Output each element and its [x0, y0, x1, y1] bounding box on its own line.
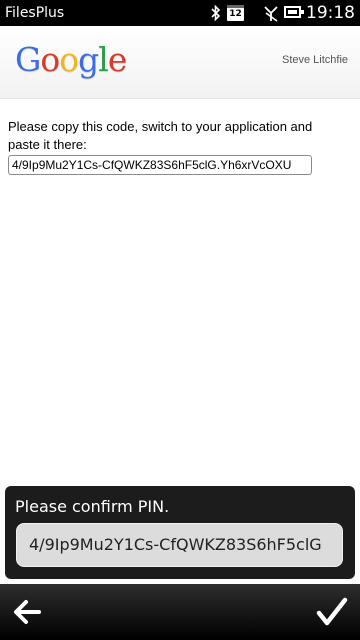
- arrow-left-icon: [14, 600, 41, 624]
- google-logo-letter: l: [98, 40, 109, 79]
- status-bar: FilesPlus 12 19:18: [0, 0, 360, 26]
- app-name: FilesPlus: [5, 5, 65, 21]
- main-content: Please copy this code, switch to your ap…: [8, 118, 328, 154]
- bluetooth-icon: [211, 4, 221, 22]
- confirm-pin-dialog: Please confirm PIN. 4/9Ip9Mu2Y1Cs-CfQWKZ…: [5, 486, 355, 579]
- google-logo-letter: G: [15, 40, 41, 79]
- clock: 19:18: [306, 3, 355, 23]
- calendar-icon: 12: [227, 5, 244, 21]
- instructions-text: Please copy this code, switch to your ap…: [8, 119, 313, 152]
- no-signal-icon: [264, 6, 278, 22]
- google-logo-letter: g: [78, 40, 99, 79]
- google-logo-letter: e: [107, 40, 128, 79]
- account-name: Steve Litchfie: [282, 54, 349, 66]
- checkmark-icon: [316, 597, 348, 626]
- back-button[interactable]: [10, 596, 46, 628]
- google-logo: Google: [15, 38, 128, 82]
- dialog-title: Please confirm PIN.: [15, 497, 170, 516]
- confirm-button[interactable]: [314, 596, 350, 628]
- google-logo-letter: o: [59, 40, 79, 79]
- google-logo-letter: o: [40, 40, 60, 79]
- google-header: Google Steve Litchfie: [0, 26, 360, 99]
- code-field[interactable]: 4/9Ip9Mu2Y1Cs-CfQWKZ83S6hF5clG.Yh6xrVcOX…: [8, 155, 312, 175]
- bottom-toolbar: [0, 584, 360, 640]
- pin-input[interactable]: 4/9Ip9Mu2Y1Cs-CfQWKZ83S6hF5clG: [16, 523, 343, 567]
- battery-icon: [284, 6, 304, 18]
